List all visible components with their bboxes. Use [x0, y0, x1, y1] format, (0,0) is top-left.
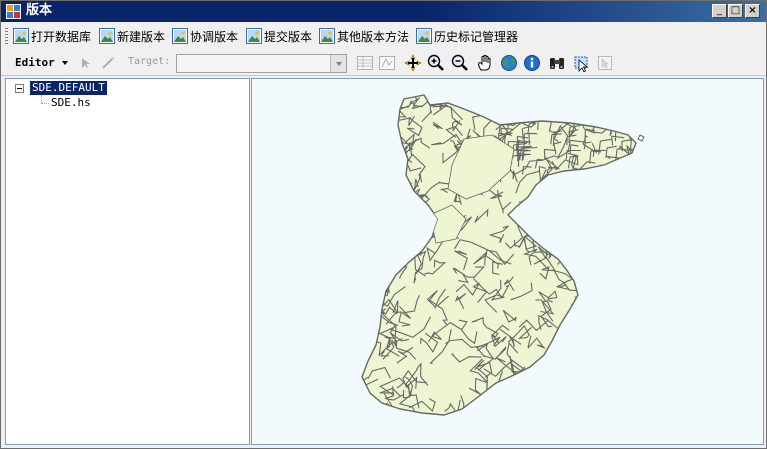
edit-tool-icon[interactable]: [81, 57, 91, 69]
historical-marker-manager-label: 历史标记管理器: [434, 29, 519, 44]
zoom-out-icon: [451, 54, 468, 71]
tree-connector: [41, 95, 42, 103]
post-version-label: 提交版本: [264, 29, 313, 44]
info-icon: [524, 55, 540, 71]
binoculars-icon: [550, 58, 564, 69]
image-icon: [416, 28, 432, 44]
version-tree[interactable]: SDE.DEFAULT SDE.hs: [5, 78, 250, 445]
post-version-button[interactable]: 提交版本: [246, 26, 312, 46]
collapse-toggle[interactable]: [15, 84, 24, 93]
full-extent-icon: [404, 54, 422, 72]
chevron-down-icon[interactable]: [61, 60, 69, 66]
reconcile-version-button[interactable]: 协调版本: [172, 26, 238, 46]
map-canvas[interactable]: [252, 79, 763, 444]
chevron-down-icon: [335, 61, 342, 66]
map-view[interactable]: [251, 78, 764, 445]
title-bar[interactable]: 版本 _ □ ×: [1, 1, 766, 22]
target-select[interactable]: [176, 54, 347, 73]
open-database-label: 打开数据库: [31, 29, 92, 44]
zoom-out-button[interactable]: [451, 54, 469, 72]
select-features-button[interactable]: [572, 54, 590, 72]
clear-selection-button[interactable]: [596, 54, 614, 72]
globe-icon: [501, 55, 517, 71]
image-icon: [246, 28, 262, 44]
select-features-icon: [574, 56, 589, 72]
historical-marker-manager-button[interactable]: 历史标记管理器: [416, 26, 518, 46]
minimize-button[interactable]: _: [712, 4, 727, 18]
tree-node-sde-default[interactable]: SDE.DEFAULT: [29, 80, 108, 96]
maximize-button[interactable]: □: [728, 4, 743, 18]
sketch-tool-icon[interactable]: [101, 56, 115, 70]
find-button[interactable]: [548, 54, 566, 72]
full-extent-button[interactable]: [404, 54, 422, 72]
window-title: 版本: [26, 3, 53, 18]
reconcile-version-label: 协调版本: [190, 29, 239, 44]
zoom-in-icon: [427, 54, 444, 71]
new-version-label: 新建版本: [117, 29, 166, 44]
image-icon: [172, 28, 188, 44]
command-bar: 打开数据库 新建版本 协调版本 提交版本 其他版本方法 历史标记管理器: [1, 23, 766, 49]
app-icon: [6, 4, 21, 19]
image-icon: [13, 28, 29, 44]
editor-toolbar: Editor Target:: [1, 51, 766, 76]
clear-selection-icon: [598, 56, 612, 70]
table-icon: [357, 56, 373, 70]
map-islet: [637, 134, 645, 142]
zoom-in-button[interactable]: [427, 54, 445, 72]
image-icon: [319, 28, 335, 44]
target-label: Target:: [128, 56, 171, 67]
editor-menu[interactable]: Editor: [15, 56, 55, 69]
close-button[interactable]: ×: [745, 4, 760, 18]
sketch-icon: [379, 56, 395, 70]
globe-button[interactable]: [500, 54, 518, 72]
sketch-properties-button[interactable]: [378, 54, 396, 72]
version-window: 版本 _ □ × 打开数据库 新建版本 协调版本 提交版本 其他版本方法 历史标…: [0, 0, 767, 449]
new-version-button[interactable]: 新建版本: [99, 26, 165, 46]
image-icon: [99, 28, 115, 44]
pan-button[interactable]: [476, 54, 494, 72]
tree-node-sde-hs[interactable]: SDE.hs: [51, 96, 91, 110]
tree-connector: [41, 103, 49, 104]
target-dropdown-button[interactable]: [330, 55, 346, 72]
other-version-methods-label: 其他版本方法: [337, 29, 410, 44]
other-version-methods-button[interactable]: 其他版本方法: [319, 26, 409, 46]
toolbar-grip[interactable]: [5, 28, 8, 44]
pan-hand-icon: [478, 54, 491, 71]
open-database-button[interactable]: 打开数据库: [13, 26, 91, 46]
attributes-button[interactable]: [356, 54, 374, 72]
identify-button[interactable]: [523, 54, 541, 72]
